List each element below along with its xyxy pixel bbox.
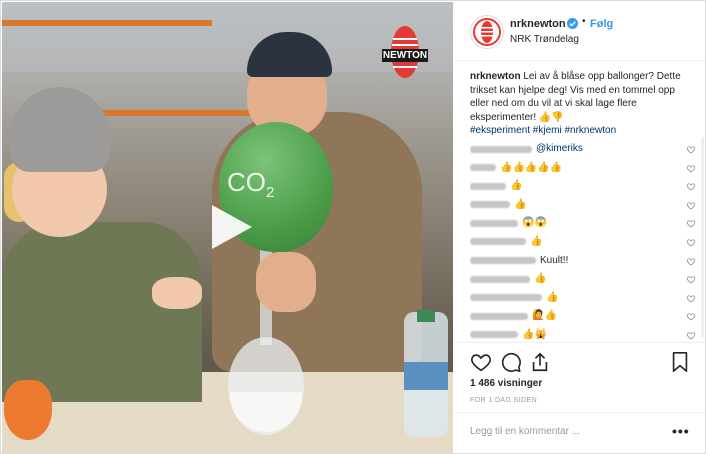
comment-row: @kimeriks	[470, 140, 698, 159]
comment-row: 👍	[470, 196, 698, 215]
verified-badge-icon	[567, 18, 578, 29]
comment-like-heart-icon[interactable]	[686, 275, 696, 284]
comment-like-heart-icon[interactable]	[686, 201, 696, 210]
comment-username-blurred[interactable]	[470, 257, 536, 265]
post-timestamp[interactable]: FOR 1 DAG SIDEN	[470, 397, 537, 404]
comment-like-heart-icon[interactable]	[686, 238, 696, 247]
comment-like-heart-icon[interactable]	[686, 145, 696, 154]
post-caption: nrknewton Lei av å blåse opp ballonger? …	[470, 70, 694, 138]
comment-list: @kimeriks 👍👍👍👍👍 👍 👍 😱😱 👍 Kuult!! 👍 👍 🙋👍 👍🙀	[470, 140, 698, 340]
comment-username-blurred[interactable]	[470, 312, 528, 320]
comment-text: 🙋👍	[532, 310, 557, 322]
comment-username-blurred[interactable]	[470, 238, 526, 246]
comment-text: 👍	[530, 235, 543, 247]
comment-text: 👍	[534, 273, 547, 285]
comment-username-blurred[interactable]	[470, 182, 506, 190]
comment-like-heart-icon[interactable]	[686, 182, 696, 191]
more-options-button[interactable]: •••	[672, 423, 690, 439]
comment-like-heart-icon[interactable]	[686, 219, 696, 228]
separator-dot: •	[582, 16, 586, 27]
balloon-label: CO2	[227, 167, 275, 202]
comment-text: Kuult!!	[540, 254, 569, 266]
comment-row: 👍	[470, 177, 698, 196]
comment-row: Kuult!!	[470, 252, 698, 271]
comment-text: 👍	[546, 291, 559, 303]
post-sidebar: nrknewton • Følg NRK Trøndelag nrknewton…	[454, 2, 705, 453]
bookmark-icon[interactable]	[669, 351, 691, 373]
comment-like-heart-icon[interactable]	[686, 331, 696, 340]
comment-row: 👍👍👍👍👍	[470, 159, 698, 178]
comment-icon[interactable]	[500, 351, 522, 373]
location-link[interactable]: NRK Trøndelag	[510, 34, 579, 45]
caption-username[interactable]: nrknewton	[470, 71, 521, 82]
action-bar	[454, 342, 705, 383]
comment-like-heart-icon[interactable]	[686, 294, 696, 303]
comment-row: 👍	[470, 270, 698, 289]
comment-input[interactable]	[470, 426, 660, 437]
comment-like-heart-icon[interactable]	[686, 257, 696, 266]
bottle-label	[404, 362, 448, 390]
scrollbar[interactable]	[701, 137, 704, 337]
add-comment-bar: •••	[454, 412, 705, 454]
share-icon[interactable]	[529, 351, 551, 373]
comment-text: 👍	[514, 198, 527, 210]
comment-username-blurred[interactable]	[470, 275, 530, 283]
comment-like-heart-icon[interactable]	[686, 312, 696, 321]
comment-text: 👍🙀	[522, 328, 547, 340]
newton-logo-text: NEWTON	[382, 49, 428, 62]
comment-username-blurred[interactable]	[470, 201, 510, 209]
comment-text: 😱😱	[522, 217, 547, 229]
comment-like-heart-icon[interactable]	[686, 164, 696, 173]
comment-username-blurred[interactable]	[470, 331, 518, 339]
orange-funnel	[4, 380, 52, 440]
comment-row: 👍	[470, 289, 698, 308]
avatar[interactable]	[470, 15, 504, 49]
comment-row: 🙋👍	[470, 307, 698, 326]
follow-button[interactable]: Følg	[590, 18, 613, 30]
comment-username-blurred[interactable]	[470, 145, 532, 153]
person-left	[2, 222, 202, 402]
view-count[interactable]: 1 486 visninger	[470, 378, 542, 389]
username-link[interactable]: nrknewton	[510, 18, 566, 30]
play-icon[interactable]	[206, 203, 254, 251]
bottle-cap	[417, 310, 435, 322]
person-right-hand	[256, 252, 316, 312]
comment-text: 👍	[510, 180, 523, 192]
shelf	[2, 20, 212, 26]
comment-username-blurred[interactable]	[470, 164, 496, 172]
video-media[interactable]: CO2 NEWTON	[2, 2, 453, 453]
person-left-hand	[152, 277, 202, 309]
post-header: nrknewton • Følg NRK Trøndelag	[454, 2, 705, 61]
comment-row: 👍🙀	[470, 326, 698, 340]
comment-mention[interactable]: @kimeriks	[536, 143, 583, 154]
caption-hashtags[interactable]: #eksperiment #kjemi #nrknewton	[470, 125, 616, 136]
comment-text: 👍👍👍👍👍	[500, 161, 563, 173]
comment-username-blurred[interactable]	[470, 294, 542, 302]
instagram-post: CO2 NEWTON nrknewton • Følg NRK Trøndela…	[0, 0, 706, 454]
comment-row: 😱😱	[470, 214, 698, 233]
comment-username-blurred[interactable]	[470, 219, 518, 227]
heart-icon[interactable]	[470, 351, 492, 373]
comment-row: 👍	[470, 233, 698, 252]
newton-avatar-icon	[473, 18, 501, 46]
